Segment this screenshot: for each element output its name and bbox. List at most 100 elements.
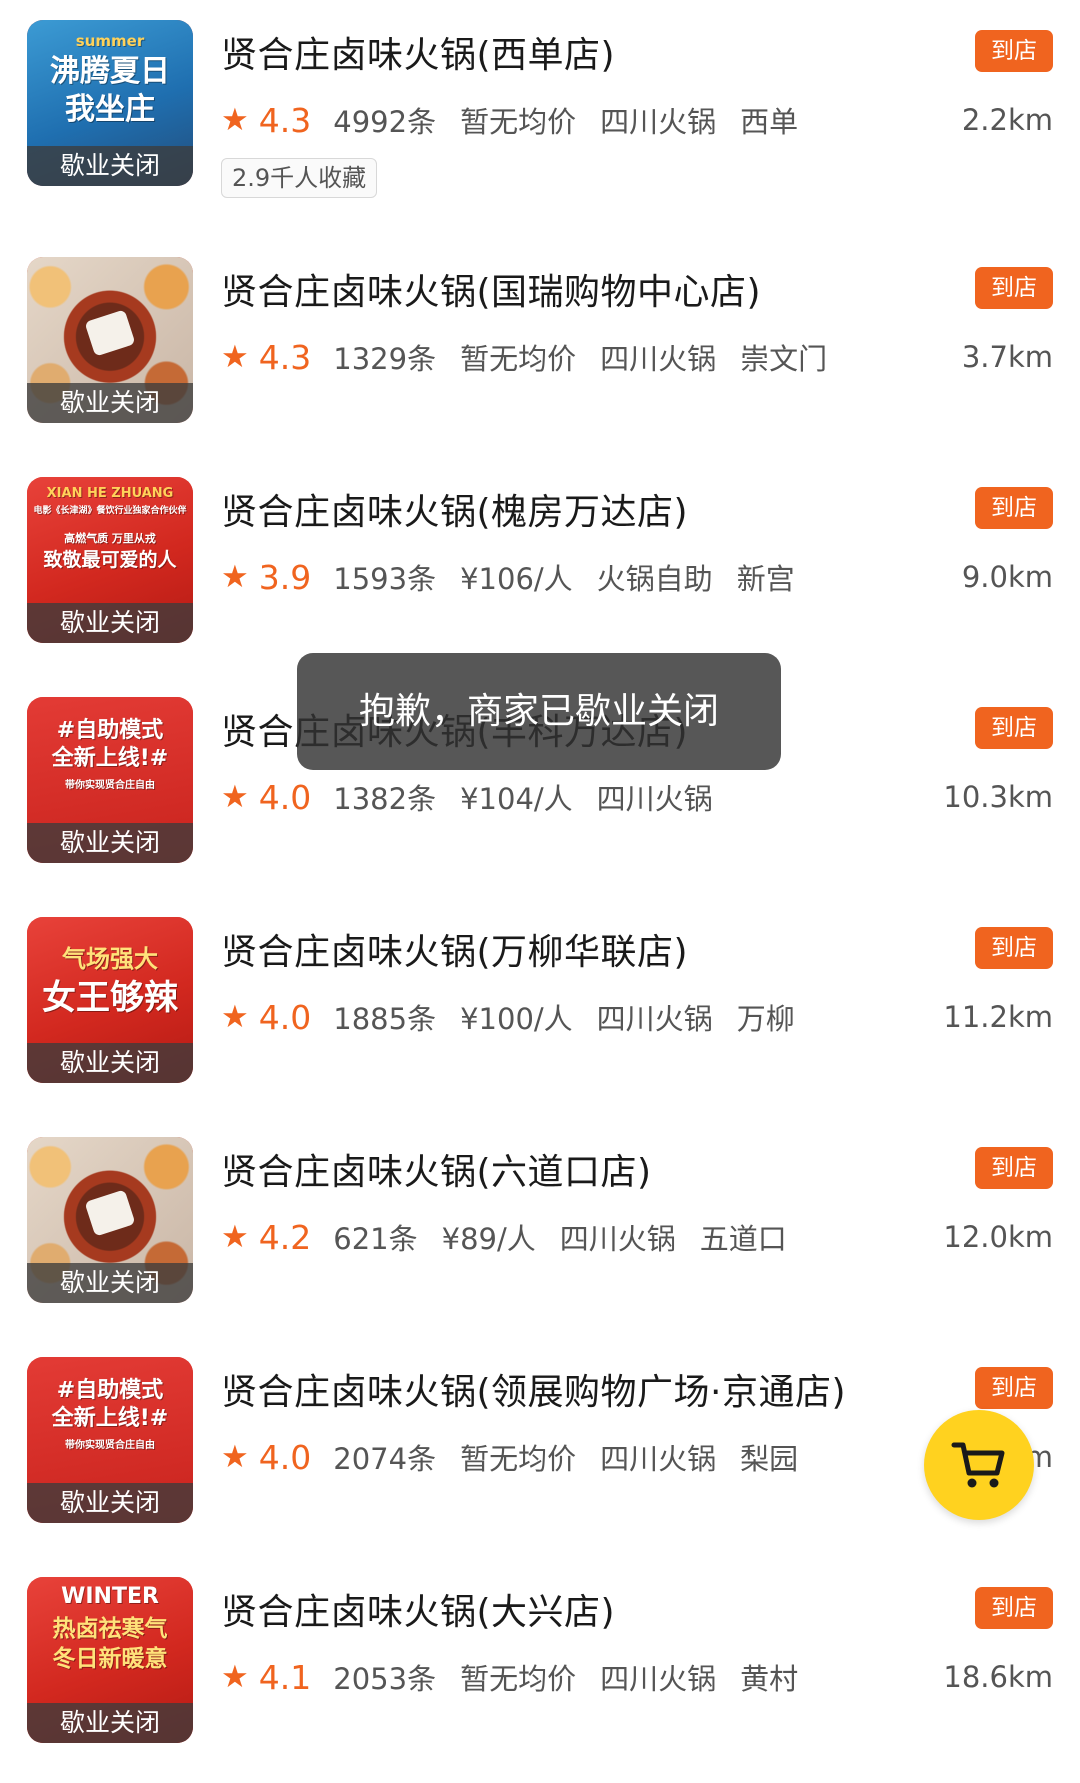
store-thumbnail[interactable]: 歇业关闭 [27, 1137, 193, 1303]
closed-status-banner: 歇业关闭 [27, 1263, 193, 1303]
star-icon: ★ [221, 1438, 249, 1475]
in-store-tag: 到店 [975, 927, 1053, 969]
area: 崇文门 [740, 342, 828, 376]
rating-value: 4.3 [258, 337, 312, 377]
thumbnail-promo-text: summer [75, 32, 145, 50]
store-thumbnail[interactable]: #自助模式 全新上线!# 带你实现贤合庄自由 歇业关闭 [27, 697, 193, 863]
store-title[interactable]: 贤合庄卤味火锅(领展购物广场·京通店) [221, 1363, 846, 1415]
thumbnail-promo-text: WINTER [61, 1584, 159, 1609]
store-item[interactable]: XIAN HE ZHUANG 电影《长津湖》餐饮行业独家合作伙伴 高燃气质 万里… [0, 477, 1080, 677]
thumbnail-promo-text: 全新上线!# [51, 1406, 169, 1431]
thumbnail-promo-text: #自助模式 [56, 718, 164, 743]
in-store-tag: 到店 [975, 1367, 1053, 1409]
category: 四川火锅 [600, 342, 717, 376]
store-thumbnail[interactable]: XIAN HE ZHUANG 电影《长津湖》餐饮行业独家合作伙伴 高燃气质 万里… [27, 477, 193, 643]
rating-value: 3.9 [258, 557, 312, 597]
avg-price: 暂无均价 [460, 342, 577, 376]
thumbnail-promo-text: 我坐庄 [65, 92, 155, 127]
avg-price: 暂无均价 [460, 1662, 577, 1696]
area: 黄村 [740, 1662, 799, 1696]
closed-status-banner: 歇业关闭 [27, 603, 193, 643]
star-icon: ★ [221, 778, 249, 815]
thumbnail-promo-text: 致敬最可爱的人 [43, 549, 177, 571]
category: 四川火锅 [596, 782, 713, 816]
rating-value: 4.0 [258, 1437, 312, 1477]
shopping-cart-icon [951, 1442, 1005, 1488]
cart-button[interactable] [924, 1410, 1034, 1520]
store-item[interactable]: 歇业关闭 贤合庄卤味火锅(六道口店) 到店 ★ 4.2 621条 ¥89/人 四… [0, 1137, 1080, 1337]
avg-price: 暂无均价 [460, 105, 577, 139]
star-icon: ★ [221, 1658, 249, 1695]
store-meta: ★ 4.0 2074条 暂无均价 四川火锅 梨园 [221, 1435, 822, 1479]
thumbnail-promo-text: 冬日新暖意 [52, 1646, 168, 1672]
area: 万柳 [736, 1002, 795, 1036]
store-meta: ★ 4.3 4992条 暂无均价 四川火锅 西单 [221, 98, 822, 142]
star-icon: ★ [221, 558, 249, 595]
store-item[interactable]: 歇业关闭 贤合庄卤味火锅(国瑞购物中心店) 到店 ★ 4.3 1329条 暂无均… [0, 257, 1080, 457]
star-icon: ★ [221, 338, 249, 375]
store-item[interactable]: summer 沸腾夏日 我坐庄 歇业关闭 贤合庄卤味火锅(西单店) 到店 ★ 4… [0, 20, 1080, 220]
closed-status-banner: 歇业关闭 [27, 1483, 193, 1523]
store-title[interactable]: 贤合庄卤味火锅(国瑞购物中心店) [221, 263, 761, 315]
thumbnail-promo-text: 带你实现贤合庄自由 [65, 1440, 155, 1451]
thumbnail-promo-text: 女王够辣 [42, 978, 178, 1018]
store-thumbnail[interactable]: summer 沸腾夏日 我坐庄 歇业关闭 [27, 20, 193, 186]
thumbnail-promo-text: 全新上线!# [51, 746, 169, 771]
store-thumbnail[interactable]: #自助模式 全新上线!# 带你实现贤合庄自由 歇业关闭 [27, 1357, 193, 1523]
category: 火锅自助 [596, 562, 713, 596]
rating-value: 4.0 [258, 777, 312, 817]
store-meta: ★ 4.0 1382条 ¥104/人 四川火锅 [221, 775, 737, 819]
store-title[interactable]: 贤合庄卤味火锅(六道口店) [221, 1143, 652, 1195]
thumbnail-promo-text: 气场强大 [62, 945, 158, 973]
review-count: 1382条 [333, 782, 437, 816]
store-item[interactable]: #自助模式 全新上线!# 带你实现贤合庄自由 歇业关闭 贤合庄卤味火锅(领展购物… [0, 1357, 1080, 1557]
area: 新宫 [736, 562, 795, 596]
in-store-tag: 到店 [975, 30, 1053, 72]
avg-price: ¥106/人 [460, 562, 573, 596]
store-meta: ★ 3.9 1593条 ¥106/人 火锅自助 新宫 [221, 555, 819, 599]
review-count: 2074条 [333, 1442, 437, 1476]
store-title[interactable]: 贤合庄卤味火锅(大兴店) [221, 1583, 615, 1635]
store-meta: ★ 4.3 1329条 暂无均价 四川火锅 崇文门 [221, 335, 851, 379]
store-item[interactable]: 气场强大 女王够辣 歇业关闭 贤合庄卤味火锅(万柳华联店) 到店 ★ 4.0 1… [0, 917, 1080, 1117]
rating-value: 4.2 [258, 1217, 312, 1257]
thumbnail-promo-text: 电影《长津湖》餐饮行业独家合作伙伴 [33, 506, 187, 516]
review-count: 2053条 [333, 1662, 437, 1696]
store-thumbnail[interactable]: 歇业关闭 [27, 257, 193, 423]
star-icon: ★ [221, 1218, 249, 1255]
review-count: 4992条 [333, 105, 437, 139]
star-icon: ★ [221, 101, 249, 138]
closed-status-banner: 歇业关闭 [27, 1043, 193, 1083]
avg-price: ¥89/人 [441, 1222, 536, 1256]
closed-status-banner: 歇业关闭 [27, 823, 193, 863]
rating-value: 4.0 [258, 997, 312, 1037]
avg-price: ¥100/人 [460, 1002, 573, 1036]
distance: 2.2km [961, 103, 1053, 137]
star-icon: ★ [221, 998, 249, 1035]
store-title[interactable]: 贤合庄卤味火锅(西单店) [221, 26, 615, 78]
thumbnail-promo-text: 沸腾夏日 [50, 54, 170, 89]
rating-value: 4.3 [258, 100, 312, 140]
closed-status-banner: 歇业关闭 [27, 383, 193, 423]
thumbnail-promo-text: #自助模式 [56, 1378, 164, 1403]
thumbnail-promo-text: 带你实现贤合庄自由 [65, 780, 155, 791]
area: 五道口 [699, 1222, 787, 1256]
area: 西单 [740, 105, 799, 139]
distance: 11.2km [943, 1000, 1053, 1034]
store-title[interactable]: 贤合庄卤味火锅(万柳华联店) [221, 923, 688, 975]
store-item[interactable]: WINTER 热卤祛寒气 冬日新暖意 歇业关闭 贤合庄卤味火锅(大兴店) 到店 … [0, 1577, 1080, 1777]
area: 梨园 [740, 1442, 799, 1476]
category: 四川火锅 [600, 1442, 717, 1476]
thumbnail-promo-text: 热卤祛寒气 [52, 1616, 168, 1642]
closed-toast: 抱歉，商家已歇业关闭 [297, 653, 781, 770]
distance: 18.6km [943, 1660, 1053, 1694]
thumbnail-promo-text: 高燃气质 万里从戎 [64, 532, 156, 545]
review-count: 1885条 [333, 1002, 437, 1036]
closed-status-banner: 歇业关闭 [27, 146, 193, 186]
store-thumbnail[interactable]: WINTER 热卤祛寒气 冬日新暖意 歇业关闭 [27, 1577, 193, 1743]
store-title[interactable]: 贤合庄卤味火锅(槐房万达店) [221, 483, 688, 535]
store-thumbnail[interactable]: 气场强大 女王够辣 歇业关闭 [27, 917, 193, 1083]
distance: 3.7km [961, 340, 1053, 374]
in-store-tag: 到店 [975, 1147, 1053, 1189]
closed-status-banner: 歇业关闭 [27, 1703, 193, 1743]
